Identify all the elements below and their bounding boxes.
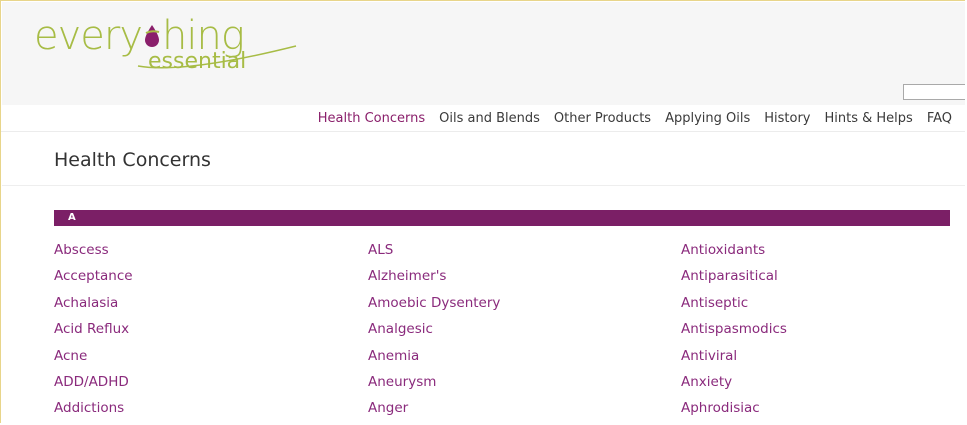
concerns-column-3: Antioxidants Antiparasitical Antiseptic … [681,240,787,423]
concern-link[interactable]: Analgesic [368,319,500,345]
concern-link[interactable]: Antiviral [681,346,787,372]
letter-section-header: A [54,210,950,226]
concern-link[interactable]: Acid Reflux [54,319,133,345]
nav-item-hints-helps[interactable]: Hints & Helps [825,111,913,127]
page-title: Health Concerns [54,149,211,171]
nav-list: Health Concerns Oils and Blends Other Pr… [304,111,952,127]
nav-item-faq[interactable]: FAQ [927,111,952,127]
section-letter: A [68,212,76,223]
title-divider [2,185,965,186]
concern-link[interactable]: Aneurysm [368,372,500,398]
concern-link[interactable]: Anger [368,398,500,423]
concern-link[interactable]: Antispasmodics [681,319,787,345]
concern-link[interactable]: Antioxidants [681,240,787,266]
concern-link[interactable]: Amoebic Dysentery [368,293,500,319]
site-logo[interactable]: every hing essential [34,16,314,86]
concern-link[interactable]: ADD/ADHD [54,372,133,398]
concern-link[interactable]: Acne [54,346,133,372]
concern-link[interactable]: Antiseptic [681,293,787,319]
concern-link[interactable]: Addictions [54,398,133,423]
concern-link[interactable]: Aphrodisiac [681,398,787,423]
nav-item-history[interactable]: History [764,111,810,127]
concern-link[interactable]: Acceptance [54,266,133,292]
concern-link[interactable]: Abscess [54,240,133,266]
nav-item-other-products[interactable]: Other Products [554,111,651,127]
concern-link[interactable]: Achalasia [54,293,133,319]
concern-link[interactable]: Anemia [368,346,500,372]
nav-item-health-concerns[interactable]: Health Concerns [318,111,425,127]
site-header: every hing essential [2,2,965,105]
concern-link[interactable]: Alzheimer's [368,266,500,292]
concern-link[interactable]: Antiparasitical [681,266,787,292]
concern-link[interactable]: ALS [368,240,500,266]
main-nav: Health Concerns Oils and Blends Other Pr… [1,105,965,132]
concerns-column-2: ALS Alzheimer's Amoebic Dysentery Analge… [368,240,500,423]
nav-item-applying-oils[interactable]: Applying Oils [665,111,750,127]
page-frame: every hing essential Health Concerns Oil… [0,0,965,423]
nav-item-oils-and-blends[interactable]: Oils and Blends [439,111,540,127]
logo-swoosh-icon [137,45,297,69]
concerns-column-1: Abscess Acceptance Achalasia Acid Reflux… [54,240,133,423]
search-input[interactable] [903,84,965,100]
concern-link[interactable]: Anxiety [681,372,787,398]
